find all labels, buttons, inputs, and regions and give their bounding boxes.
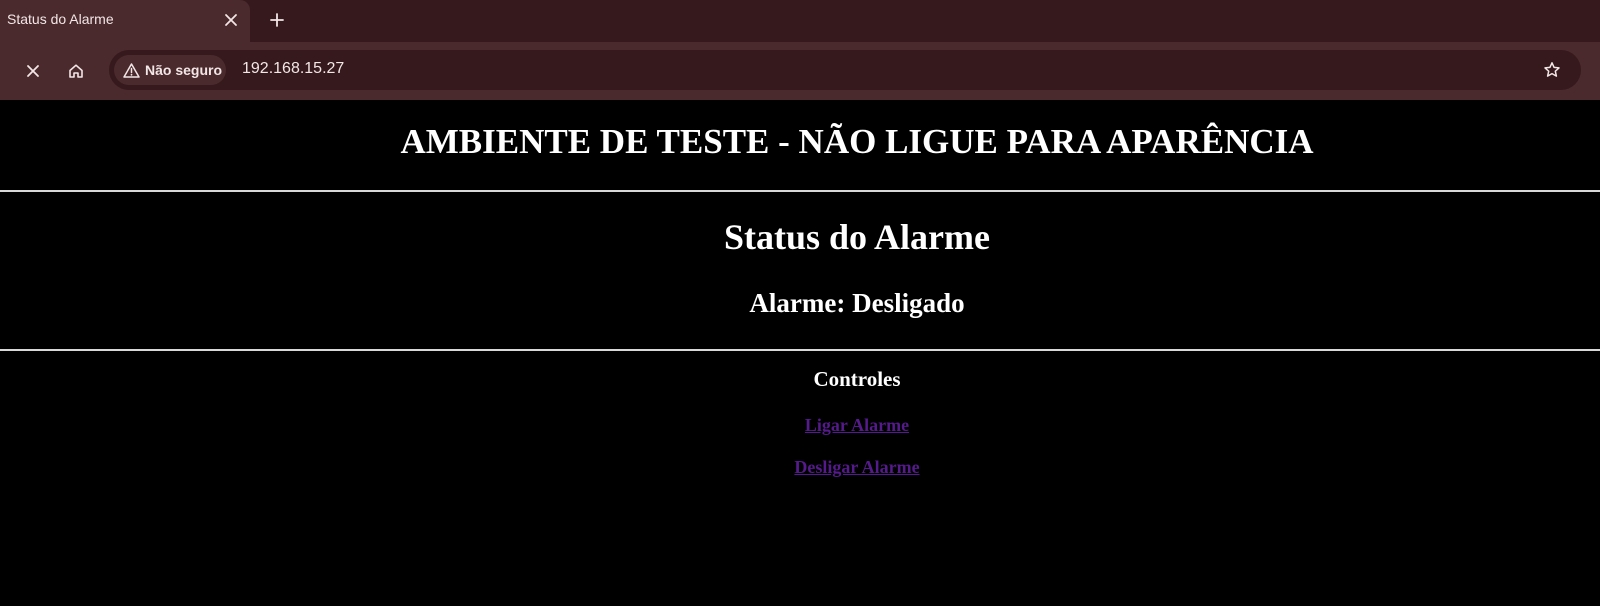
browser-toolbar: Não seguro 192.168.15.27	[0, 42, 1600, 100]
page-banner: AMBIENTE DE TESTE - NÃO LIGUE PARA APARÊ…	[400, 122, 1314, 161]
security-indicator[interactable]: Não seguro	[114, 55, 226, 85]
browser-chrome: Status do Alarme Não seguro 192.168.15.2…	[0, 0, 1600, 100]
url-text[interactable]: 192.168.15.27	[242, 60, 344, 78]
tab-title: Status do Alarme	[7, 11, 114, 27]
tab-strip: Status do Alarme	[0, 0, 1600, 42]
alarm-status: Alarme: Desligado	[749, 288, 965, 318]
plus-icon[interactable]	[264, 7, 290, 33]
home-button[interactable]	[61, 56, 91, 86]
link-row: Desligar Alarme	[0, 457, 1600, 478]
warning-icon	[123, 62, 140, 78]
turn-off-alarm-link[interactable]: Desligar Alarme	[794, 457, 919, 477]
close-icon	[27, 65, 39, 77]
link-row: Ligar Alarme	[0, 415, 1600, 436]
security-label: Não seguro	[145, 62, 223, 78]
page-content: AMBIENTE DE TESTE - NÃO LIGUE PARA APARÊ…	[0, 100, 1600, 606]
star-icon[interactable]	[1539, 57, 1565, 83]
turn-on-alarm-link[interactable]: Ligar Alarme	[805, 415, 909, 435]
controls-heading: Controles	[813, 367, 901, 391]
address-bar[interactable]: Não seguro 192.168.15.27	[109, 50, 1581, 90]
page-title: Status do Alarme	[723, 217, 990, 257]
close-icon[interactable]	[219, 8, 243, 32]
tab-active[interactable]: Status do Alarme	[0, 0, 250, 42]
home-icon	[69, 64, 83, 78]
stop-loading-button[interactable]	[18, 56, 48, 86]
divider	[0, 349, 1600, 351]
divider	[0, 190, 1600, 192]
